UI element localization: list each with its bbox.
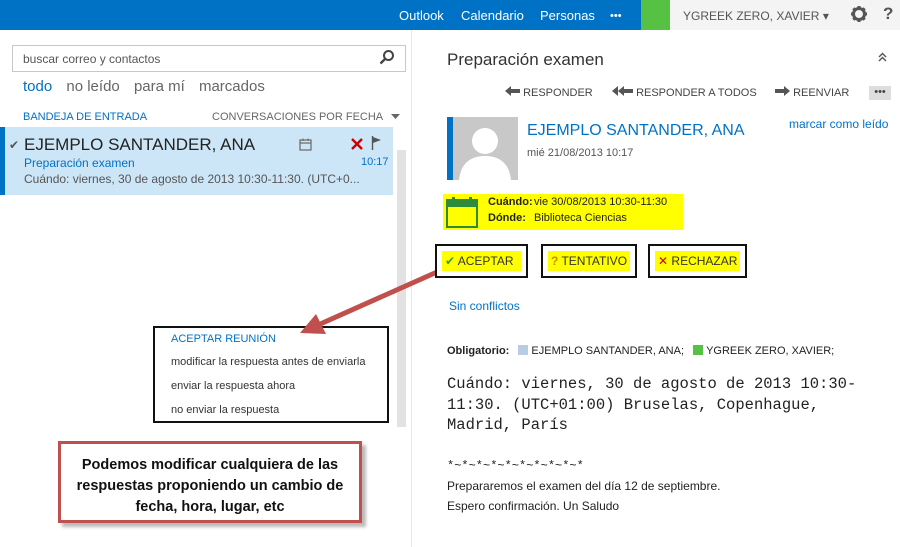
user-menu[interactable]: YGREEK ZERO, XAVIER ▾ — [683, 0, 829, 32]
reply-all-icon — [612, 86, 633, 96]
avatar — [447, 117, 518, 180]
meeting-details: Cuándo:vie 30/08/2013 10:30-11:30 Dónde:… — [443, 194, 683, 230]
no-conflicts-link[interactable]: Sin conflictos — [449, 299, 520, 313]
tentative-button[interactable]: ? TENTATIVO — [541, 244, 637, 278]
required-label: Obligatorio: — [447, 345, 510, 357]
presence-indicator — [641, 0, 670, 30]
scrollbar[interactable] — [397, 150, 406, 427]
user-name: YGREEK ZERO, XAVIER — [683, 9, 820, 23]
chevron-down-icon: ▾ — [822, 9, 829, 23]
forward-label: REENVIAR — [793, 87, 850, 99]
reply-label: RESPONDER — [523, 87, 593, 99]
meeting-where: Dónde: Biblioteca Ciencias — [488, 212, 627, 224]
message-sender: EJEMPLO SANTANDER, ANA — [24, 135, 256, 154]
filter-para-mi[interactable]: para mí — [134, 78, 185, 95]
filter-no-leido[interactable]: no leído — [66, 78, 119, 95]
top-bar: Outlook Calendario Personas ••• YGREEK Z… — [0, 0, 900, 30]
filter-todo[interactable]: todo — [23, 78, 52, 95]
callout-line: Podemos modificar cualquiera de las — [81, 457, 339, 473]
more-actions-button[interactable]: ••• — [869, 86, 891, 100]
when-label: Cuándo: — [488, 196, 533, 208]
body-line: 11:30. (UTC+01:00) Bruselas, Copenhague, — [447, 396, 820, 414]
attendee-name[interactable]: EJEMPLO SANTANDER, ANA; — [531, 345, 684, 357]
body-line: Madrid, París — [447, 416, 568, 434]
decline-label: RECHAZAR — [671, 254, 738, 268]
search-icon[interactable] — [379, 49, 395, 70]
more-apps-button[interactable]: ••• — [610, 0, 622, 30]
chevron-down-icon — [390, 114, 400, 119]
menu-item-send-now[interactable]: enviar la respuesta ahora — [171, 380, 295, 392]
message-time: 10:17 — [361, 156, 389, 168]
message-subject: Preparación examen — [24, 156, 135, 170]
reply-button[interactable]: RESPONDER — [505, 86, 593, 99]
filter-bar: todo no leído para mí marcados — [23, 78, 275, 95]
calendar-icon — [299, 138, 312, 156]
search-box — [12, 45, 406, 72]
delete-icon[interactable] — [351, 137, 363, 155]
reply-all-label: RESPONDER A TODOS — [636, 87, 757, 99]
sender-name[interactable]: EJEMPLO SANTANDER, ANA — [527, 122, 745, 140]
decline-button[interactable]: ✕ RECHAZAR — [648, 244, 747, 278]
body-separator: *~*~*~*~*~*~*~*~*~* — [447, 459, 584, 473]
checkmark-icon[interactable]: ✔ — [9, 138, 19, 152]
question-icon: ? — [551, 254, 559, 268]
where-label: Dónde: — [488, 212, 526, 224]
folder-name[interactable]: BANDEJA DE ENTRADA — [23, 111, 147, 123]
attendee-name[interactable]: YGREEK ZERO, XAVIER; — [706, 345, 834, 357]
flag-icon[interactable] — [371, 136, 382, 155]
accept-label: ACEPTAR — [457, 254, 514, 268]
reply-all-button[interactable]: RESPONDER A TODOS — [612, 86, 757, 99]
collapse-icon[interactable] — [878, 52, 887, 65]
mark-read-link[interactable]: marcar como leído — [789, 117, 888, 131]
body-line: Prepararemos el examen del día 12 de sep… — [447, 479, 721, 493]
nav-calendario[interactable]: Calendario — [461, 0, 524, 30]
forward-icon — [775, 86, 790, 96]
callout-line: fecha, hora, lugar, etc — [135, 499, 285, 515]
body-line: Espero confirmación. Un Saludo — [447, 499, 620, 513]
body-line: Cuándo: viernes, 30 de agosto de 2013 10… — [447, 375, 857, 393]
message-preview: Cuándo: viernes, 30 de agosto de 2013 10… — [24, 172, 360, 186]
when-value: vie 30/08/2013 10:30-11:30 — [534, 196, 668, 208]
accept-button[interactable]: ✔ ACEPTAR — [435, 244, 528, 278]
meeting-when: Cuándo:vie 30/08/2013 10:30-11:30 — [488, 196, 667, 208]
tentative-label: TENTATIVO — [561, 254, 628, 268]
attendees: Obligatorio: EJEMPLO SANTANDER, ANA; YGR… — [447, 345, 834, 357]
where-value: Biblioteca Ciencias — [534, 212, 627, 224]
attendee-status-icon — [518, 345, 529, 355]
accept-meeting-menu: ACEPTAR REUNIÓN modificar la respuesta a… — [153, 326, 389, 423]
gear-icon[interactable] — [850, 5, 868, 28]
callout-line: respuestas proponiendo un cambio de — [76, 478, 344, 494]
reading-title: Preparación examen — [447, 50, 604, 69]
menu-header: ACEPTAR REUNIÓN — [171, 333, 276, 345]
filter-marcados[interactable]: marcados — [199, 78, 265, 95]
sort-menu[interactable]: CONVERSACIONES POR FECHA — [212, 111, 400, 123]
menu-item-edit-response[interactable]: modificar la respuesta antes de enviarla — [171, 356, 365, 368]
menu-item-dont-send[interactable]: no enviar la respuesta — [171, 404, 279, 416]
attendee-status-icon — [693, 345, 704, 355]
pane-divider — [411, 30, 412, 547]
forward-button[interactable]: REENVIAR — [775, 86, 849, 99]
help-icon[interactable]: ? — [883, 4, 893, 24]
annotation-callout: Podemos modificar cualquiera de las resp… — [58, 441, 362, 523]
sort-label: CONVERSACIONES POR FECHA — [212, 111, 383, 123]
search-input[interactable] — [13, 46, 363, 71]
nav-outlook[interactable]: Outlook — [399, 0, 444, 30]
calendar-icon — [446, 197, 478, 233]
sent-date: mié 21/08/2013 10:17 — [527, 147, 634, 159]
check-icon: ✔ — [445, 254, 456, 268]
message-list-item[interactable]: ✔ EJEMPLO SANTANDER, ANA Preparación exa… — [0, 127, 393, 195]
reply-icon — [505, 86, 520, 96]
close-icon: ✕ — [658, 254, 669, 268]
nav-personas[interactable]: Personas — [540, 0, 595, 30]
